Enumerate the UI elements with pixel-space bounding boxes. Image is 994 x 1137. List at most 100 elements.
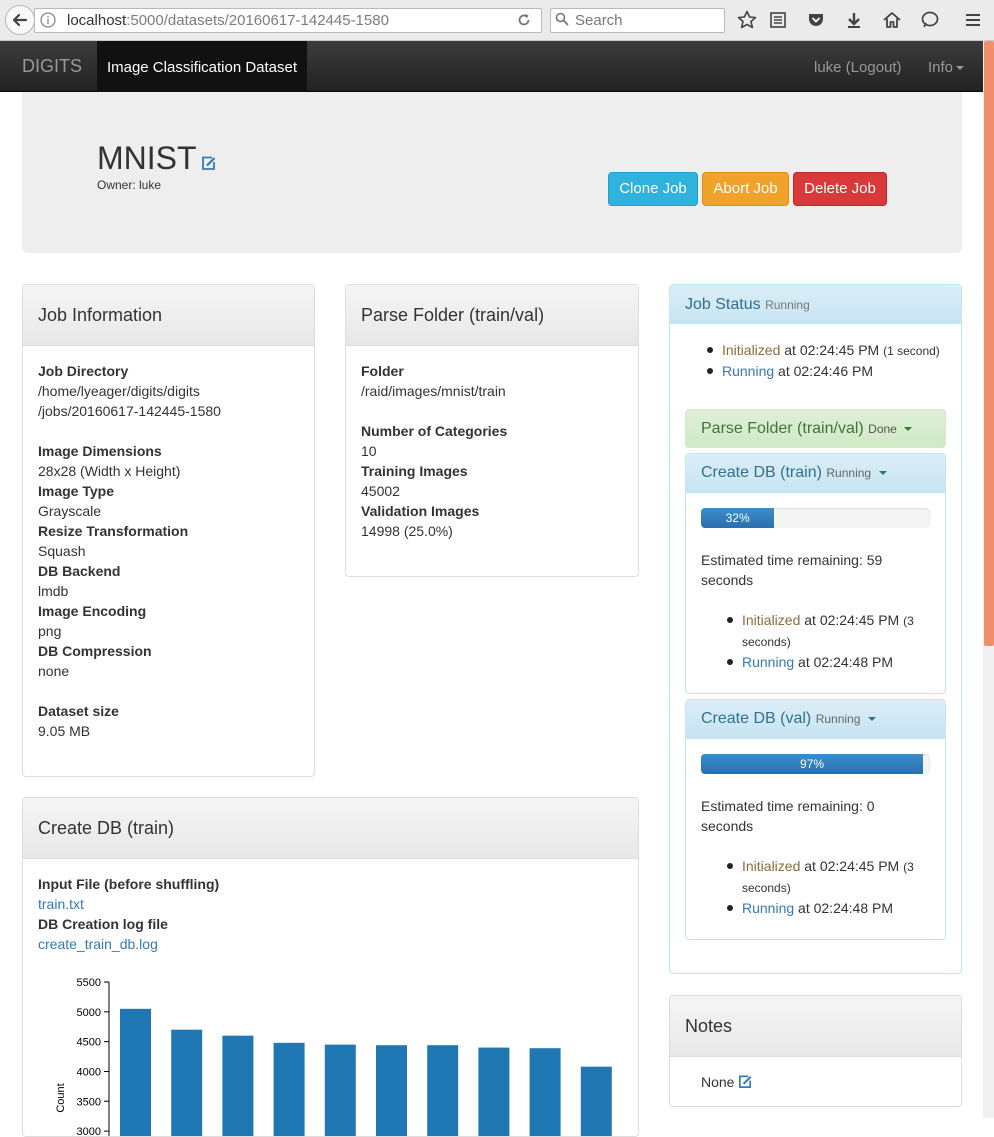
train-task-heading[interactable]: Create DB (train) Running [686, 454, 945, 493]
navbar: DIGITS Image Classification Dataset luke… [0, 41, 983, 92]
event-duration-2: seconds) [742, 881, 791, 895]
y-tick-label: 5000 [77, 1007, 101, 1019]
caret-down-icon [956, 66, 965, 71]
info-dropdown[interactable]: Info [928, 41, 965, 94]
db-backend-value: lmdb [38, 583, 69, 599]
job-info-list: Job Directory /home/lyeager/digits/digit… [38, 361, 221, 741]
job-owner: Owner: luke [97, 178, 162, 192]
notes-panel: Notes None [669, 995, 962, 1107]
eta-line-2: seconds [701, 818, 754, 834]
parse-folder-task[interactable]: Parse Folder (train/val) Done [685, 409, 946, 448]
panel-title: Job Information [23, 285, 314, 346]
status-event: Initialized at 02:24:45 PM (3 seconds) [726, 610, 941, 652]
menu-icon[interactable] [963, 10, 983, 30]
task-title: Create DB (train) [701, 464, 822, 481]
image-type-value: Grayscale [38, 503, 102, 519]
task-state: Running [815, 712, 861, 726]
event-time: at 02:24:48 PM [798, 654, 893, 670]
y-tick-label: 4000 [77, 1066, 101, 1078]
event-duration-1: (3 [903, 614, 914, 628]
back-arrow-icon [12, 13, 28, 27]
job-status-state: Running [765, 298, 810, 312]
pocket-icon[interactable] [806, 10, 826, 30]
eta-line-1: Estimated time remaining: 0 [701, 798, 875, 814]
y-axis-label: Count [55, 1083, 67, 1112]
image-dimensions-label: Image Dimensions [38, 443, 162, 459]
edit-icon[interactable] [201, 156, 216, 171]
y-tick-label: 3000 [77, 1126, 101, 1137]
resize-label: Resize Transformation [38, 523, 189, 539]
event-duration: (1 second) [883, 344, 940, 358]
chart-bar [427, 1045, 459, 1136]
train-progress: 32% [701, 508, 930, 528]
event-state: Running [742, 900, 795, 916]
val-task-events: Initialized at 02:24:45 PM (3 seconds) Ru… [726, 856, 941, 918]
delete-job-button[interactable]: Delete Job [793, 172, 887, 206]
job-directory-label: Job Directory [38, 363, 129, 379]
train-progress-bar: 32% [701, 508, 775, 528]
job-status-title: Job Status [685, 296, 761, 313]
chart-bar [580, 1066, 612, 1136]
job-directory-value-1: /home/lyeager/digits/digits [38, 383, 200, 399]
home-icon[interactable] [882, 10, 902, 30]
url-bar[interactable]: localhost:5000/datasets/20160617-142445-… [34, 8, 542, 33]
chart-bar [376, 1045, 407, 1136]
site-info-icon[interactable] [40, 12, 56, 28]
job-directory-value-2: /jobs/20160617-142445-1580 [38, 403, 221, 419]
bookmark-star-icon[interactable] [737, 10, 757, 30]
back-button[interactable] [5, 5, 35, 35]
val-progress-bar: 97% [701, 754, 924, 774]
event-state: Initialized [722, 342, 781, 358]
categories-label: Number of Categories [361, 423, 508, 439]
val-eta: Estimated time remaining: 0 seconds [701, 796, 931, 836]
user-logout-link[interactable]: luke (Logout) [814, 41, 902, 94]
brand-link[interactable]: DIGITS [22, 41, 82, 92]
event-duration-1: (3 [903, 860, 914, 874]
download-icon[interactable] [844, 10, 864, 30]
chat-icon[interactable] [920, 10, 940, 30]
db-backend-label: DB Backend [38, 563, 121, 579]
chart-bar [324, 1044, 356, 1136]
caret-down-icon [904, 426, 913, 431]
job-status-heading: Job Status Running [670, 285, 961, 324]
db-compression-label: DB Compression [38, 643, 152, 659]
edit-notes-icon[interactable] [738, 1075, 752, 1089]
folder-label: Folder [361, 363, 404, 379]
y-tick-label: 4500 [77, 1037, 101, 1049]
browser-search-input[interactable]: Search [550, 8, 725, 33]
chart-bar [529, 1048, 561, 1136]
chart-bar [478, 1047, 510, 1136]
validation-images-value: 14998 (25.0%) [361, 523, 453, 539]
folder-value: /raid/images/mnist/train [361, 383, 506, 399]
eta-line-1: Estimated time remaining: 59 [701, 552, 883, 568]
task-title: Create DB (val) [701, 710, 812, 727]
search-placeholder: Search [575, 12, 623, 29]
url-host: localhost [67, 12, 127, 29]
training-images-label: Training Images [361, 463, 468, 479]
nav-active-tab[interactable]: Image Classification Dataset [97, 41, 307, 92]
reading-list-icon[interactable] [768, 10, 788, 30]
chart-bar [222, 1035, 254, 1136]
notes-value: None [701, 1074, 735, 1090]
train-task-events: Initialized at 02:24:45 PM (3 seconds) Ru… [726, 610, 941, 672]
train-eta: Estimated time remaining: 59 seconds [701, 550, 931, 590]
chart-bar [171, 1029, 203, 1136]
create-db-train-panel: Create DB (train) Input File (before shu… [22, 797, 639, 1137]
clone-job-button[interactable]: Clone Job [608, 172, 698, 206]
reload-icon[interactable] [516, 12, 532, 28]
parse-folder-list: Folder /raid/images/mnist/train Number o… [361, 361, 507, 541]
parse-folder-panel: Parse Folder (train/val) Folder /raid/im… [345, 284, 639, 577]
event-time: at 02:24:45 PM [784, 342, 880, 358]
scrollbar-thumb[interactable] [984, 41, 994, 646]
training-images-value: 45002 [361, 483, 400, 499]
resize-value: Squash [38, 543, 86, 559]
panel-title: Notes [670, 996, 961, 1057]
val-task-heading[interactable]: Create DB (val) Running [686, 700, 945, 739]
image-encoding-label: Image Encoding [38, 603, 147, 619]
job-name: MNIST [97, 140, 197, 176]
abort-job-button[interactable]: Abort Job [702, 172, 789, 206]
event-time: at 02:24:45 PM [804, 858, 900, 874]
chart-bar [273, 1042, 305, 1136]
task-state: Done [868, 422, 897, 436]
event-time: at 02:24:48 PM [798, 900, 893, 916]
